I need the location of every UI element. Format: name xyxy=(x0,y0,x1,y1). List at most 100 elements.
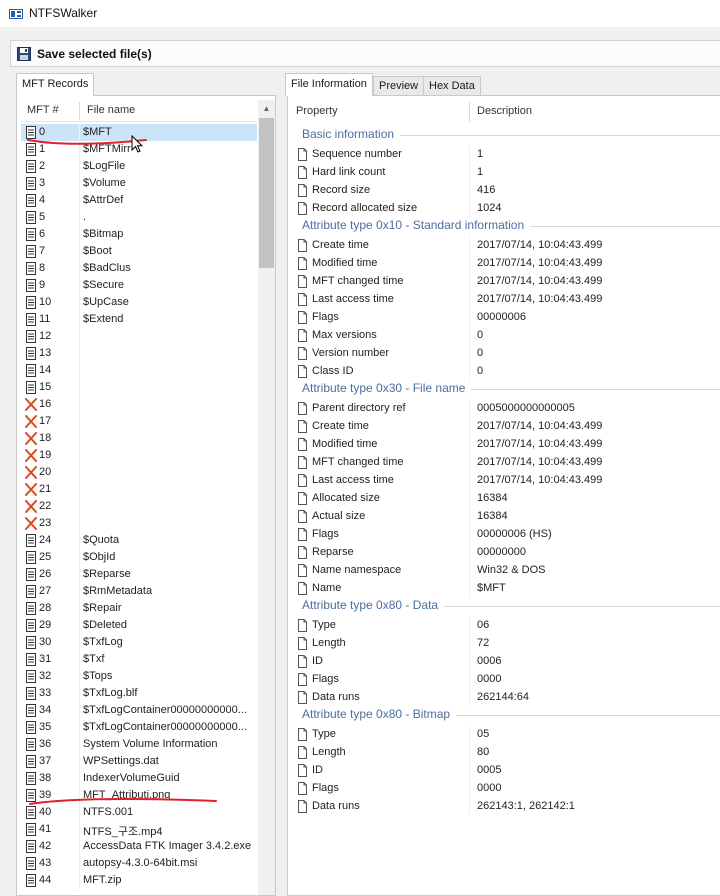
property-row[interactable]: Data runs 262143:1, 262142:1 xyxy=(288,797,720,815)
mft-record-row[interactable]: 12 xyxy=(21,328,257,345)
mft-record-row[interactable]: 19 xyxy=(21,447,257,464)
mft-record-row[interactable]: 39 MFT_Attributi.png xyxy=(21,787,257,804)
column-divider[interactable] xyxy=(469,102,470,122)
property-row[interactable]: Modified time 2017/07/14, 10:04:43.499 xyxy=(288,435,720,453)
mft-record-row[interactable]: 3 $Volume xyxy=(21,175,257,192)
property-row[interactable]: Modified time 2017/07/14, 10:04:43.499 xyxy=(288,254,720,272)
mft-record-row[interactable]: 1 $MFTMirr xyxy=(21,141,257,158)
mft-record-row[interactable]: 0 $MFT xyxy=(21,124,257,141)
file-name: $Deleted xyxy=(83,619,128,631)
property-row[interactable]: Flags 00000006 xyxy=(288,308,720,326)
column-header-file-name[interactable]: File name xyxy=(87,104,135,116)
mft-record-row[interactable]: 8 $BadClus xyxy=(21,260,257,277)
mft-record-row[interactable]: 16 xyxy=(21,396,257,413)
mft-record-row[interactable]: 34 $TxfLogContainer00000000000... xyxy=(21,702,257,719)
mft-record-row[interactable]: 2 $LogFile xyxy=(21,158,257,175)
mft-record-row[interactable]: 27 $RmMetadata xyxy=(21,583,257,600)
property-row[interactable]: Last access time 2017/07/14, 10:04:43.499 xyxy=(288,290,720,308)
property-row[interactable]: Data runs 262144:64 xyxy=(288,688,720,706)
mft-record-row[interactable]: 5. xyxy=(21,209,257,226)
property-row[interactable]: Class ID 0 xyxy=(288,362,720,380)
mft-record-row[interactable]: 37 WPSettings.dat xyxy=(21,753,257,770)
property-row[interactable]: Flags 0000 xyxy=(288,779,720,797)
mft-record-row[interactable]: 28 $Repair xyxy=(21,600,257,617)
property-row[interactable]: Allocated size 16384 xyxy=(288,489,720,507)
property-row[interactable]: Name namespace Win32 & DOS xyxy=(288,561,720,579)
column-header-description[interactable]: Description xyxy=(477,105,532,117)
mft-record-row[interactable]: 36 System Volume Information xyxy=(21,736,257,753)
property-row[interactable]: Record allocated size 1024 xyxy=(288,199,720,217)
mft-record-row[interactable]: 11 $Extend xyxy=(21,311,257,328)
property-row[interactable]: Sequence number 1 xyxy=(288,145,720,163)
mft-record-row[interactable]: 41 NTFS_구조.mp4 xyxy=(21,821,257,838)
property-row[interactable]: Flags 00000006 (HS) xyxy=(288,525,720,543)
mft-record-row[interactable]: 42 AccessData FTK Imager 3.4.2.exe xyxy=(21,838,257,855)
mft-record-row[interactable]: 24 $Quota xyxy=(21,532,257,549)
column-header-mft-num[interactable]: MFT # xyxy=(27,104,59,116)
property-row[interactable]: Record size 416 xyxy=(288,181,720,199)
property-name: Sequence number xyxy=(312,148,402,160)
property-value: 0006 xyxy=(477,655,502,667)
property-row[interactable]: Max versions 0 xyxy=(288,326,720,344)
mft-record-row[interactable]: 40 NTFS.001 xyxy=(21,804,257,821)
mft-record-row[interactable]: 14 xyxy=(21,362,257,379)
mft-record-row[interactable]: 9 $Secure xyxy=(21,277,257,294)
property-row[interactable]: Hard link count 1 xyxy=(288,163,720,181)
property-row[interactable]: Create time 2017/07/14, 10:04:43.499 xyxy=(288,417,720,435)
property-row[interactable]: Length 72 xyxy=(288,634,720,652)
mft-record-row[interactable]: 21 xyxy=(21,481,257,498)
mft-record-row[interactable]: 26 $Reparse xyxy=(21,566,257,583)
property-row[interactable]: MFT changed time 2017/07/14, 10:04:43.499 xyxy=(288,453,720,471)
mft-record-row[interactable]: 17 xyxy=(21,413,257,430)
mft-record-row[interactable]: 30 $TxfLog xyxy=(21,634,257,651)
property-row[interactable]: Last access time 2017/07/14, 10:04:43.499 xyxy=(288,471,720,489)
tab-mft-records[interactable]: MFT Records xyxy=(16,73,95,96)
mft-record-row[interactable]: 23 xyxy=(21,515,257,532)
scroll-thumb[interactable] xyxy=(259,118,274,268)
mft-record-row[interactable]: 7 $Boot xyxy=(21,243,257,260)
property-row[interactable]: Name $MFT xyxy=(288,579,720,597)
save-selected-button[interactable]: Save selected file(s) xyxy=(17,44,152,64)
property-row[interactable]: Version number 0 xyxy=(288,344,720,362)
property-row[interactable]: Flags 0000 xyxy=(288,670,720,688)
property-row[interactable]: ID 0006 xyxy=(288,652,720,670)
mft-record-row[interactable]: 32 $Tops xyxy=(21,668,257,685)
mft-record-row[interactable]: 10 $UpCase xyxy=(21,294,257,311)
tab-preview[interactable]: Preview xyxy=(373,76,425,96)
mft-record-row[interactable]: 33 $TxfLog.blf xyxy=(21,685,257,702)
tab-hex-data[interactable]: Hex Data xyxy=(423,76,481,96)
scroll-up-arrow-icon[interactable]: ▲ xyxy=(258,100,275,117)
file-icon xyxy=(26,143,36,156)
mft-record-row[interactable]: 25 $ObjId xyxy=(21,549,257,566)
property-row[interactable]: Actual size 16384 xyxy=(288,507,720,525)
property-doc-icon xyxy=(298,474,307,487)
column-divider xyxy=(469,616,470,634)
property-row[interactable]: Type 05 xyxy=(288,725,720,743)
mft-record-row[interactable]: 31 $Txf xyxy=(21,651,257,668)
property-group-header: Attribute type 0x80 - Data xyxy=(288,598,720,616)
mft-record-row[interactable]: 44 MFT.zip xyxy=(21,872,257,889)
mft-record-row[interactable]: 18 xyxy=(21,430,257,447)
property-row[interactable]: Reparse 00000000 xyxy=(288,543,720,561)
mft-record-row[interactable]: 4 $AttrDef xyxy=(21,192,257,209)
property-row[interactable]: ID 0005 xyxy=(288,761,720,779)
mft-record-row[interactable]: 29 $Deleted xyxy=(21,617,257,634)
toolbar: Save selected file(s) xyxy=(10,40,720,67)
property-row[interactable]: Length 80 xyxy=(288,743,720,761)
vertical-scrollbar[interactable]: ▲ xyxy=(258,100,275,895)
mft-record-row[interactable]: 38 IndexerVolumeGuid xyxy=(21,770,257,787)
mft-record-row[interactable]: 35 $TxfLogContainer00000000000... xyxy=(21,719,257,736)
property-row[interactable]: MFT changed time 2017/07/14, 10:04:43.499 xyxy=(288,272,720,290)
property-row[interactable]: Create time 2017/07/14, 10:04:43.499 xyxy=(288,236,720,254)
tab-file-information[interactable]: File Information xyxy=(285,73,373,96)
property-row[interactable]: Type 06 xyxy=(288,616,720,634)
mft-record-row[interactable]: 6 $Bitmap xyxy=(21,226,257,243)
property-row[interactable]: Parent directory ref 0005000000000005 xyxy=(288,399,720,417)
column-header-property[interactable]: Property xyxy=(296,105,338,117)
mft-record-row[interactable]: 43 autopsy-4.3.0-64bit.msi xyxy=(21,855,257,872)
mft-record-row[interactable]: 20 xyxy=(21,464,257,481)
mft-record-row[interactable]: 13 xyxy=(21,345,257,362)
column-divider[interactable] xyxy=(79,102,80,120)
mft-record-row[interactable]: 22 xyxy=(21,498,257,515)
mft-record-row[interactable]: 15 xyxy=(21,379,257,396)
